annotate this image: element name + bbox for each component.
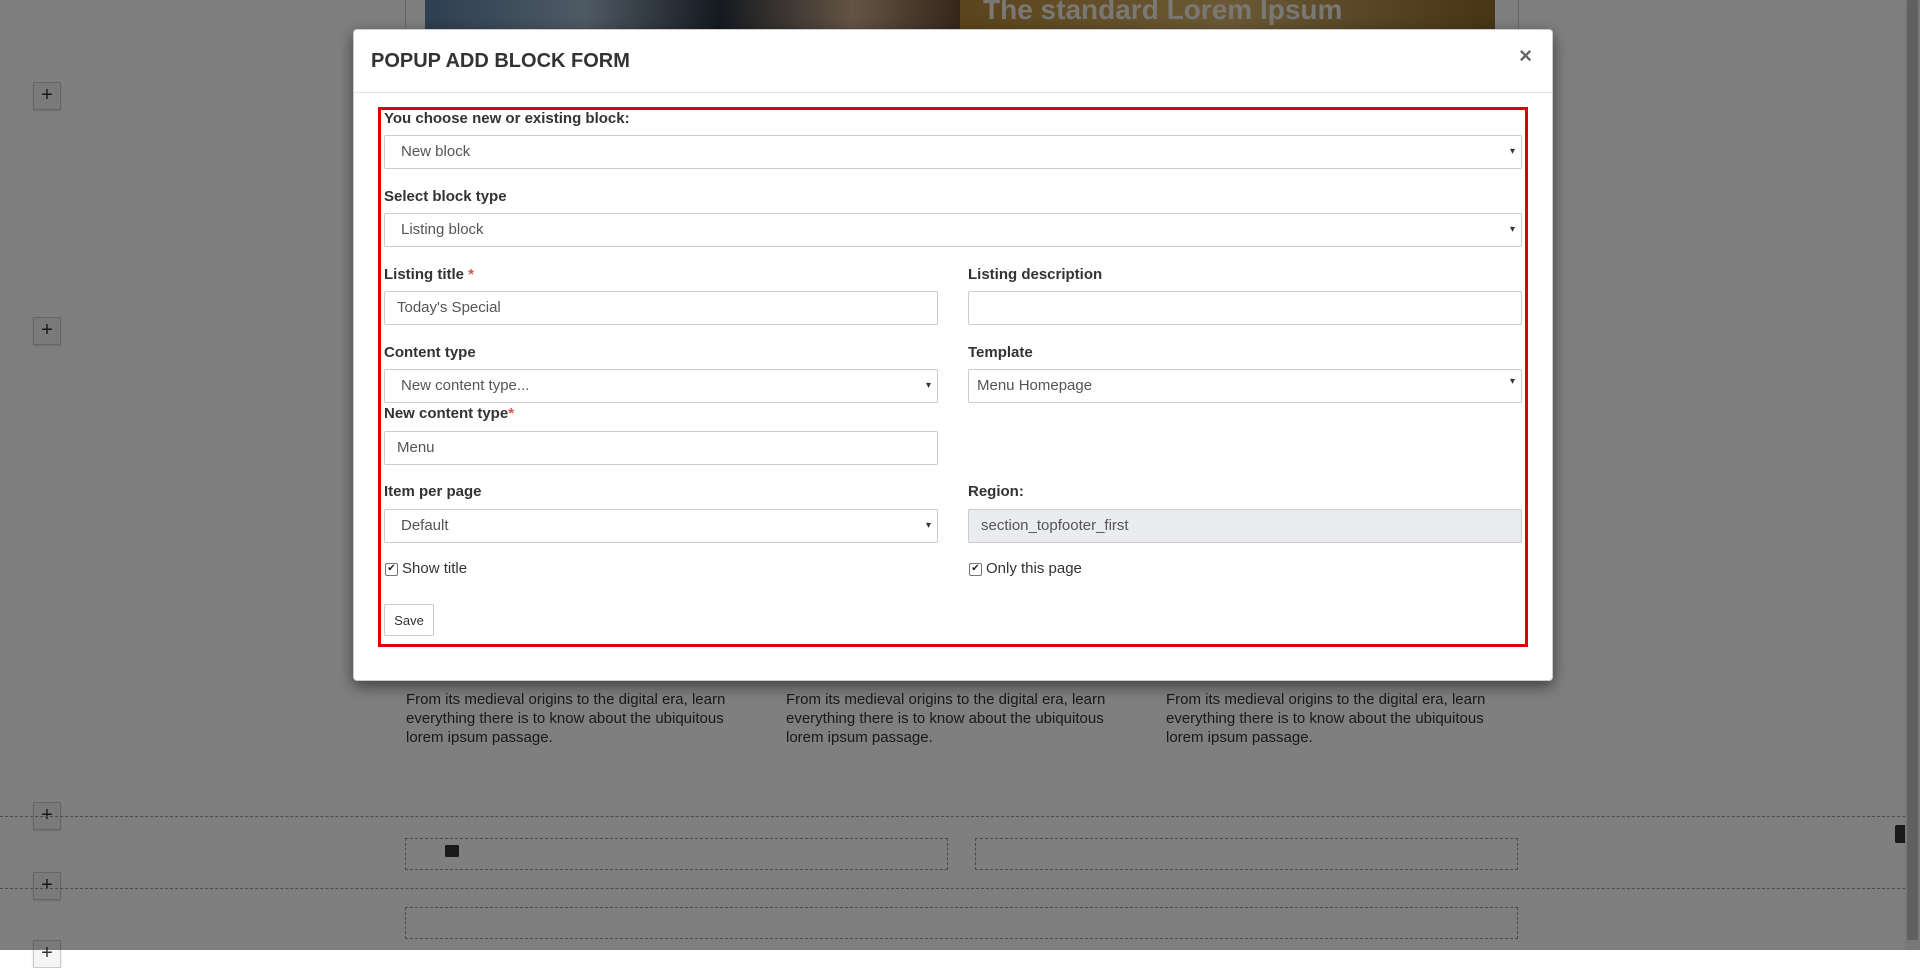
only-this-page-checkbox[interactable]: ✔: [969, 563, 982, 576]
close-icon[interactable]: ×: [1513, 44, 1538, 68]
required-mark: *: [508, 405, 515, 422]
template-label: Template: [968, 344, 1033, 361]
listing-description-input[interactable]: [968, 291, 1522, 325]
save-button[interactable]: Save: [384, 604, 434, 636]
chevron-down-icon: ▾: [1509, 224, 1515, 235]
listing-description-label: Listing description: [968, 266, 1103, 283]
listing-title-input[interactable]: Today's Special: [384, 291, 938, 325]
new-content-type-label-text: New content type: [384, 405, 509, 422]
block-choice-select[interactable]: New block ▾: [384, 135, 1522, 169]
new-content-type-label: New content type*: [384, 405, 514, 422]
listing-title-label-text: Listing title: [384, 266, 469, 283]
block-choice-label: You choose new or existing block:: [384, 110, 630, 127]
block-type-label: Select block type: [384, 188, 507, 205]
modal-header: POPUP ADD BLOCK FORM ×: [354, 30, 1552, 93]
chevron-down-icon: ▾: [1509, 376, 1515, 387]
item-per-page-select[interactable]: Default ▾: [384, 509, 938, 543]
region-label: Region:: [968, 483, 1024, 500]
block-choice-value: New block: [401, 143, 471, 160]
item-per-page-value: Default: [401, 517, 449, 534]
content-type-label: Content type: [384, 344, 476, 361]
new-content-type-input[interactable]: Menu: [384, 431, 938, 465]
listing-title-label: Listing title *: [384, 266, 474, 283]
template-select[interactable]: Menu Homepage ▾: [968, 369, 1522, 403]
item-per-page-label: Item per page: [384, 483, 482, 500]
content-type-value: New content type...: [401, 377, 530, 394]
chevron-down-icon: ▾: [925, 520, 931, 531]
modal-title: POPUP ADD BLOCK FORM: [371, 50, 630, 72]
show-title-checkbox[interactable]: ✔: [385, 563, 398, 576]
block-type-select[interactable]: Listing block ▾: [384, 213, 1522, 247]
block-type-value: Listing block: [401, 221, 484, 238]
only-this-page-label: Only this page: [986, 560, 1082, 577]
region-input: section_topfooter_first: [968, 509, 1522, 543]
chevron-down-icon: ▾: [1509, 146, 1515, 157]
template-value: Menu Homepage: [977, 377, 1093, 394]
required-mark: *: [468, 266, 475, 283]
show-title-label: Show title: [402, 560, 468, 577]
add-block-modal: POPUP ADD BLOCK FORM × You choose new or…: [353, 29, 1553, 681]
content-type-select[interactable]: New content type... ▾: [384, 369, 938, 403]
chevron-down-icon: ▾: [925, 380, 931, 391]
